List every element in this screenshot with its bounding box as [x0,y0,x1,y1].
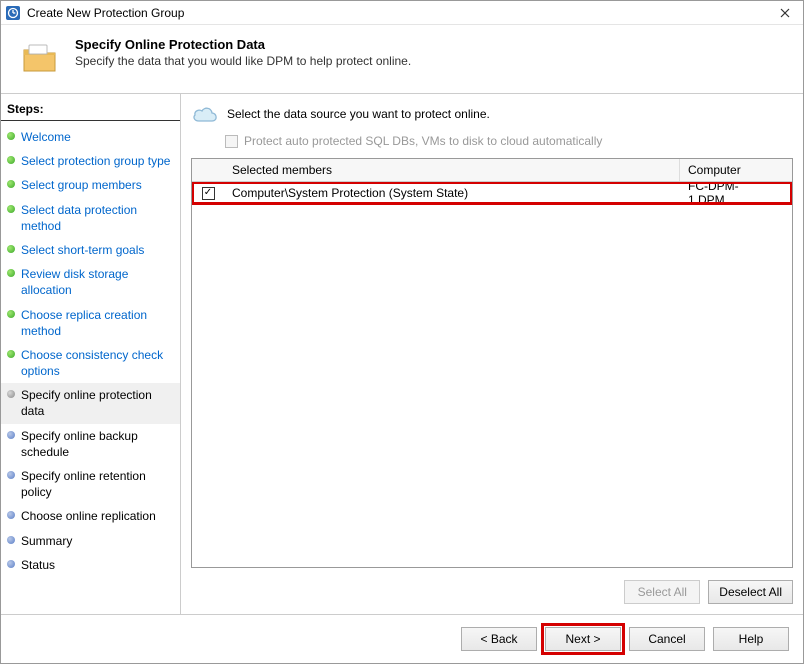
step-group-members[interactable]: Select group members [1,173,180,197]
next-button[interactable]: Next > [545,627,621,651]
select-all-button: Select All [624,580,700,604]
bullet-icon [7,245,15,253]
step-short-term-goals[interactable]: Select short-term goals [1,238,180,262]
dialog-window: Create New Protection Group Specify Onli… [0,0,804,664]
main-panel: Select the data source you want to prote… [181,94,803,614]
instruction-row: Select the data source you want to prote… [191,104,793,124]
table-row[interactable]: ✓ Computer\System Protection (System Sta… [192,182,792,204]
table-header: Selected members Computer [192,159,792,182]
step-online-backup-schedule[interactable]: Specify online backup schedule [1,424,180,464]
auto-protect-label: Protect auto protected SQL DBs, VMs to d… [244,134,602,148]
step-data-protection-method[interactable]: Select data protection method [1,198,180,238]
bullet-icon [7,156,15,164]
cancel-button[interactable]: Cancel [629,627,705,651]
step-disk-storage[interactable]: Review disk storage allocation [1,262,180,302]
title-bar: Create New Protection Group [1,1,803,25]
close-icon [780,8,790,18]
step-label: Select data protection method [21,202,174,234]
footer-buttons: < Back Next > Cancel Help [1,614,803,663]
page-title: Specify Online Protection Data [75,37,411,52]
page-header: Specify Online Protection Data Specify t… [1,25,803,94]
close-button[interactable] [771,1,799,24]
step-label: Select protection group type [21,153,170,169]
step-status[interactable]: Status [1,553,180,577]
step-online-protection-data[interactable]: Specify online protection data [1,383,180,423]
step-consistency-check[interactable]: Choose consistency check options [1,343,180,383]
bullet-icon [7,390,15,398]
back-button[interactable]: < Back [461,627,537,651]
step-welcome[interactable]: Welcome [1,125,180,149]
folder-icon [21,39,61,79]
body: Steps: Welcome Select protection group t… [1,94,803,614]
col-computer-header[interactable]: Computer [680,159,792,181]
bullet-icon [7,205,15,213]
step-online-replication[interactable]: Choose online replication [1,504,180,528]
checkmark-icon: ✓ [202,187,215,200]
steps-heading: Steps: [1,98,180,121]
bullet-icon [7,132,15,140]
step-label: Review disk storage allocation [21,266,174,298]
step-protection-group-type[interactable]: Select protection group type [1,149,180,173]
step-label: Choose consistency check options [21,347,174,379]
window-title: Create New Protection Group [27,6,771,20]
table-body: ✓ Computer\System Protection (System Sta… [192,182,792,567]
bullet-icon [7,350,15,358]
auto-protect-checkbox [225,135,238,148]
step-label: Welcome [21,129,71,145]
bullet-icon [7,511,15,519]
steps-panel: Steps: Welcome Select protection group t… [1,94,181,614]
bullet-icon [7,310,15,318]
step-label: Select group members [21,177,142,193]
step-label: Status [21,557,55,573]
bullet-icon [7,471,15,479]
row-checkbox-cell[interactable]: ✓ [192,187,224,200]
step-replica-creation[interactable]: Choose replica creation method [1,303,180,343]
col-check-header [192,159,224,181]
row-computer: FC-DPM-1.DPM... [680,182,792,211]
deselect-all-button[interactable]: Deselect All [708,580,793,604]
table-buttons: Select All Deselect All [191,576,793,608]
step-label: Choose online replication [21,508,156,524]
step-label: Specify online backup schedule [21,428,174,460]
col-member-header[interactable]: Selected members [224,159,680,181]
auto-protect-checkbox-row: Protect auto protected SQL DBs, VMs to d… [225,134,793,148]
bullet-icon [7,180,15,188]
row-member: Computer\System Protection (System State… [224,182,680,204]
step-label: Specify online retention policy [21,468,174,500]
cloud-icon [191,104,219,124]
bullet-icon [7,560,15,568]
instruction-text: Select the data source you want to prote… [227,107,490,121]
bullet-icon [7,431,15,439]
help-button[interactable]: Help [713,627,789,651]
bullet-icon [7,269,15,277]
step-label: Choose replica creation method [21,307,174,339]
step-label: Select short-term goals [21,242,144,258]
page-subtitle: Specify the data that you would like DPM… [75,54,411,68]
app-icon [5,5,21,21]
members-table: Selected members Computer ✓ Computer\Sys… [191,158,793,568]
step-online-retention-policy[interactable]: Specify online retention policy [1,464,180,504]
step-label: Summary [21,533,72,549]
step-label: Specify online protection data [21,387,174,419]
bullet-icon [7,536,15,544]
step-summary[interactable]: Summary [1,529,180,553]
